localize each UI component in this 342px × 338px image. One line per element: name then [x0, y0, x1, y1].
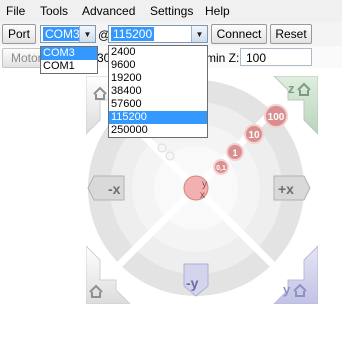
menu-advanced[interactable]: Advanced: [82, 4, 135, 18]
min-z-value: 100: [246, 51, 267, 65]
chevron-down-icon[interactable]: ▼: [79, 26, 95, 42]
baud-option[interactable]: 57600: [109, 98, 207, 111]
baud-option[interactable]: 2400: [109, 46, 207, 59]
port-button[interactable]: Port: [2, 24, 36, 44]
reset-button-label: Reset: [275, 27, 307, 41]
menu-bar: File Tools Advanced Settings Help: [0, 0, 342, 23]
y-label: y: [283, 282, 291, 297]
minus-x-label: -x: [108, 181, 121, 197]
baud-select-value: 115200: [111, 27, 155, 41]
port-option[interactable]: COM3: [41, 47, 97, 60]
center-x-label: x: [200, 190, 205, 201]
plus-x-label: +x: [278, 181, 294, 197]
port-button-label: Port: [7, 27, 30, 41]
minus-y-label: -y: [186, 275, 199, 291]
min-z-label: min Z:: [206, 51, 240, 65]
menu-help[interactable]: Help: [205, 4, 230, 18]
menu-settings[interactable]: Settings: [150, 4, 193, 18]
menu-tools[interactable]: Tools: [40, 4, 68, 18]
connect-button[interactable]: Connect: [211, 24, 267, 44]
menu-file[interactable]: File: [6, 4, 25, 18]
center-y-label: y: [202, 179, 207, 190]
chevron-down-icon[interactable]: ▼: [191, 26, 207, 42]
port-dropdown-list: COM3 COM1: [40, 46, 98, 74]
port-select[interactable]: COM3 ▼: [40, 25, 96, 43]
port-select-value: COM3: [43, 27, 82, 41]
step-10-label: 10: [248, 130, 260, 141]
marker-dot: [157, 143, 167, 153]
baud-option[interactable]: 19200: [109, 72, 207, 85]
step-1-label: 1: [232, 148, 237, 158]
baud-option[interactable]: 38400: [109, 85, 207, 98]
baud-dropdown-list: 2400 9600 19200 38400 57600 115200 25000…: [108, 45, 208, 138]
step-0-1-label: 0,1: [216, 165, 226, 172]
marker-dot: [165, 151, 175, 161]
connect-button-label: Connect: [216, 27, 262, 41]
baud-option[interactable]: 250000: [109, 124, 207, 137]
step-100-label: 100: [268, 112, 285, 123]
baud-option[interactable]: 9600: [109, 59, 207, 72]
connection-toolbar: Port COM3 ▼ @ 115200 ▼ Connect Reset: [0, 22, 342, 46]
z-label: z: [288, 81, 295, 96]
reset-button[interactable]: Reset: [270, 24, 312, 44]
baud-option[interactable]: 115200: [109, 111, 207, 124]
min-z-input[interactable]: 100: [240, 48, 312, 66]
motors-button[interactable]: Motor: [2, 48, 42, 68]
baud-select[interactable]: 115200 ▼: [108, 25, 208, 43]
port-option[interactable]: COM1: [41, 60, 97, 73]
motors-button-label: Motor: [11, 51, 42, 65]
